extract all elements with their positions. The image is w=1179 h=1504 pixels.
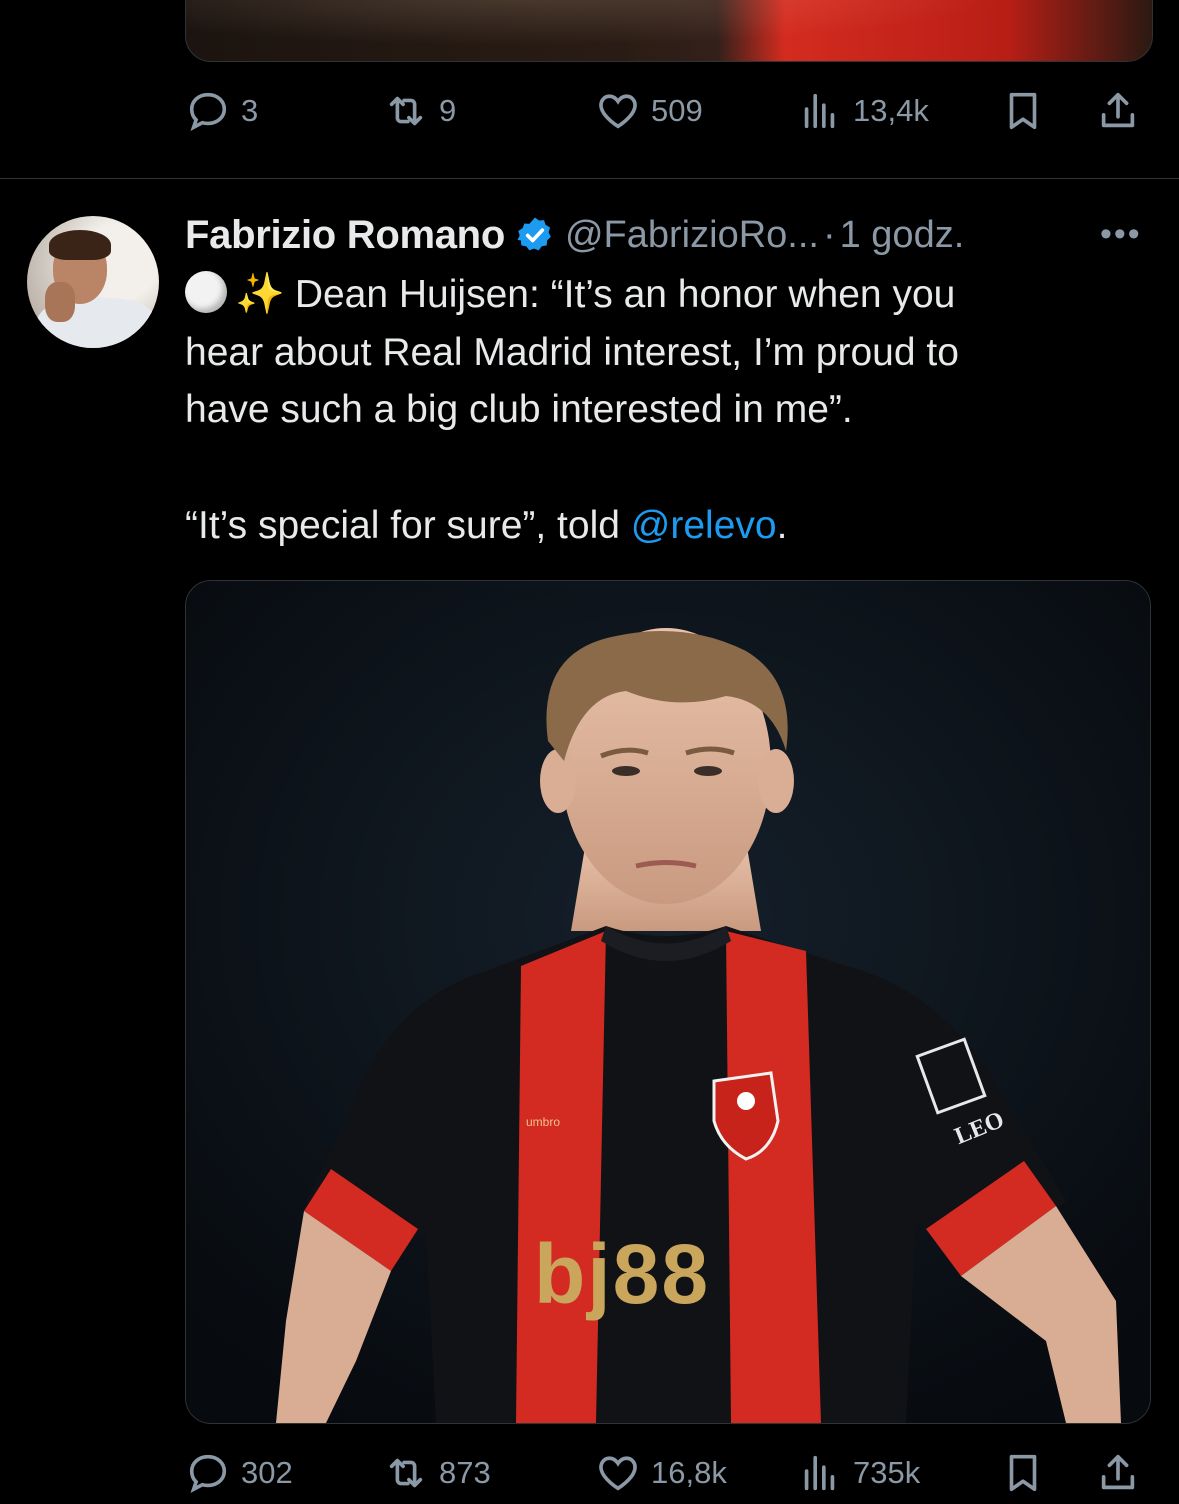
repost-count: 9 — [439, 93, 457, 128]
like-count: 16,8k — [651, 1455, 727, 1490]
share-button[interactable] — [1095, 1450, 1141, 1496]
repost-button[interactable]: 9 — [383, 88, 456, 134]
views-icon — [804, 93, 835, 129]
bookmark-button[interactable] — [1000, 1450, 1046, 1496]
reply-icon — [189, 1454, 227, 1493]
tweet-text: ✨ Dean Huijsen: “It’s an honor when you h… — [185, 266, 1145, 554]
share-icon — [1101, 92, 1135, 128]
verified-badge-icon[interactable] — [515, 215, 555, 255]
share-icon — [1101, 1454, 1135, 1490]
mention-link[interactable]: @relevo — [631, 504, 777, 547]
previous-tweet-actions: 3 9 509 13,4k — [185, 86, 1147, 136]
views-icon — [804, 1455, 835, 1491]
tweet-header: Fabrizio Romano @FabrizioRo... · 1 godz. — [185, 210, 964, 260]
reply-icon — [189, 92, 227, 131]
heart-icon — [599, 94, 637, 129]
tweet-text-line-1: Dean Huijsen: “It’s an honor when you — [294, 273, 956, 316]
share-button[interactable] — [1095, 88, 1141, 134]
tweet-divider — [0, 178, 1179, 179]
view-count: 13,4k — [853, 93, 929, 128]
repost-icon — [389, 96, 423, 126]
white-circle-emoji-icon — [185, 271, 227, 313]
view-count: 735k — [853, 1455, 921, 1490]
more-options-icon[interactable]: ••• — [1100, 215, 1142, 254]
previous-tweet-media[interactable] — [185, 0, 1153, 62]
tweet-timestamp[interactable]: 1 godz. — [840, 214, 965, 257]
sparkles-emoji-icon: ✨ — [235, 272, 285, 316]
reply-button[interactable]: 3 — [185, 88, 258, 134]
tweet-image[interactable]: LEO umbro bj88 — [185, 580, 1151, 1424]
repost-button[interactable]: 873 — [383, 1450, 491, 1496]
tweet-text-line-3: have such a big club interested in me”. — [185, 388, 853, 431]
like-button[interactable]: 509 — [595, 88, 703, 134]
tweet-quote-text: “It’s special for sure”, told — [185, 503, 631, 547]
shirt-sponsor: bj88 — [534, 1227, 710, 1321]
reply-button[interactable]: 302 — [185, 1450, 293, 1496]
bookmark-icon — [1009, 92, 1037, 130]
author-name[interactable]: Fabrizio Romano — [185, 213, 505, 258]
repost-count: 873 — [439, 1455, 491, 1490]
tweet-actions: 302 873 16,8k 735k — [185, 1448, 1147, 1498]
views-button[interactable]: 13,4k — [797, 88, 929, 134]
author-handle[interactable]: @FabrizioRo... — [565, 214, 819, 257]
like-count: 509 — [651, 93, 703, 128]
reply-count: 302 — [241, 1455, 293, 1490]
tweet-text-line-2: hear about Real Madrid interest, I’m pro… — [185, 330, 959, 374]
like-button[interactable]: 16,8k — [595, 1450, 727, 1496]
kit-brand: umbro — [526, 1115, 560, 1129]
bookmark-icon — [1009, 1454, 1037, 1492]
avatar[interactable] — [27, 216, 159, 348]
player-photo: LEO umbro bj88 — [186, 581, 1150, 1423]
views-button[interactable]: 735k — [797, 1450, 920, 1496]
tweet-text-end: . — [776, 503, 788, 547]
bookmark-button[interactable] — [1000, 88, 1046, 134]
repost-icon — [389, 1458, 423, 1488]
heart-icon — [599, 1456, 637, 1491]
reply-count: 3 — [241, 93, 259, 128]
separator-dot: · — [822, 213, 836, 256]
